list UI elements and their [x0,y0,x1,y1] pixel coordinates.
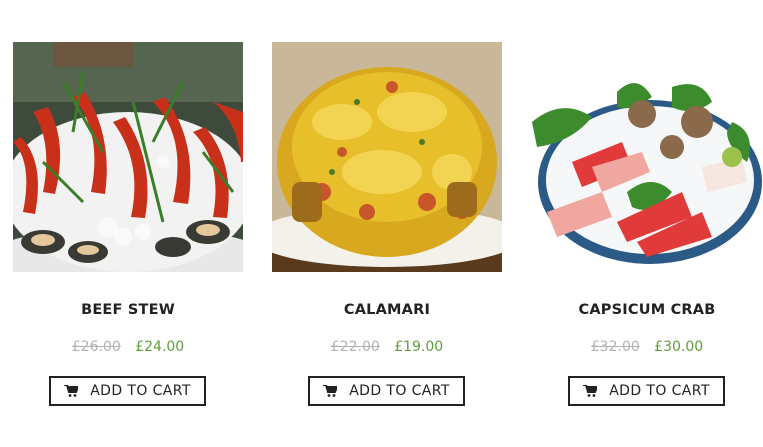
product-card: CAPSICUM CRAB £32.00 £30.00 ADD TO CART [532,42,762,412]
sale-price: £24.00 [135,339,185,355]
add-to-cart-label: ADD TO CART [90,383,191,399]
product-price: £22.00 £19.00 [272,339,502,355]
add-to-cart-label: ADD TO CART [349,383,450,399]
product-image-beef-stew[interactable] [13,42,243,272]
product-card: BEEF STEW £26.00 £24.00 ADD TO CART [13,42,243,412]
add-to-cart-button[interactable]: ADD TO CART [308,376,465,406]
shopping-cart-icon [323,385,338,397]
product-title[interactable]: CAPSICUM CRAB [532,302,762,318]
sale-price: £19.00 [394,339,444,355]
product-grid: BEEF STEW £26.00 £24.00 ADD TO CART CALA… [13,42,763,442]
product-image-capsicum-crab[interactable] [532,42,762,272]
shopping-cart-icon [64,385,79,397]
product-image-calamari[interactable] [272,42,502,272]
product-price: £26.00 £24.00 [13,339,243,355]
product-card: CALAMARI £22.00 £19.00 ADD TO CART [272,42,502,412]
add-to-cart-button[interactable]: ADD TO CART [49,376,206,406]
sale-price: £30.00 [654,339,704,355]
add-to-cart-button[interactable]: ADD TO CART [568,376,725,406]
add-to-cart-label: ADD TO CART [609,383,710,399]
old-price: £26.00 [71,339,121,355]
product-title[interactable]: CALAMARI [272,302,502,318]
old-price: £32.00 [590,339,640,355]
product-title[interactable]: BEEF STEW [13,302,243,318]
product-price: £32.00 £30.00 [532,339,762,355]
shopping-cart-icon [583,385,598,397]
old-price: £22.00 [330,339,380,355]
